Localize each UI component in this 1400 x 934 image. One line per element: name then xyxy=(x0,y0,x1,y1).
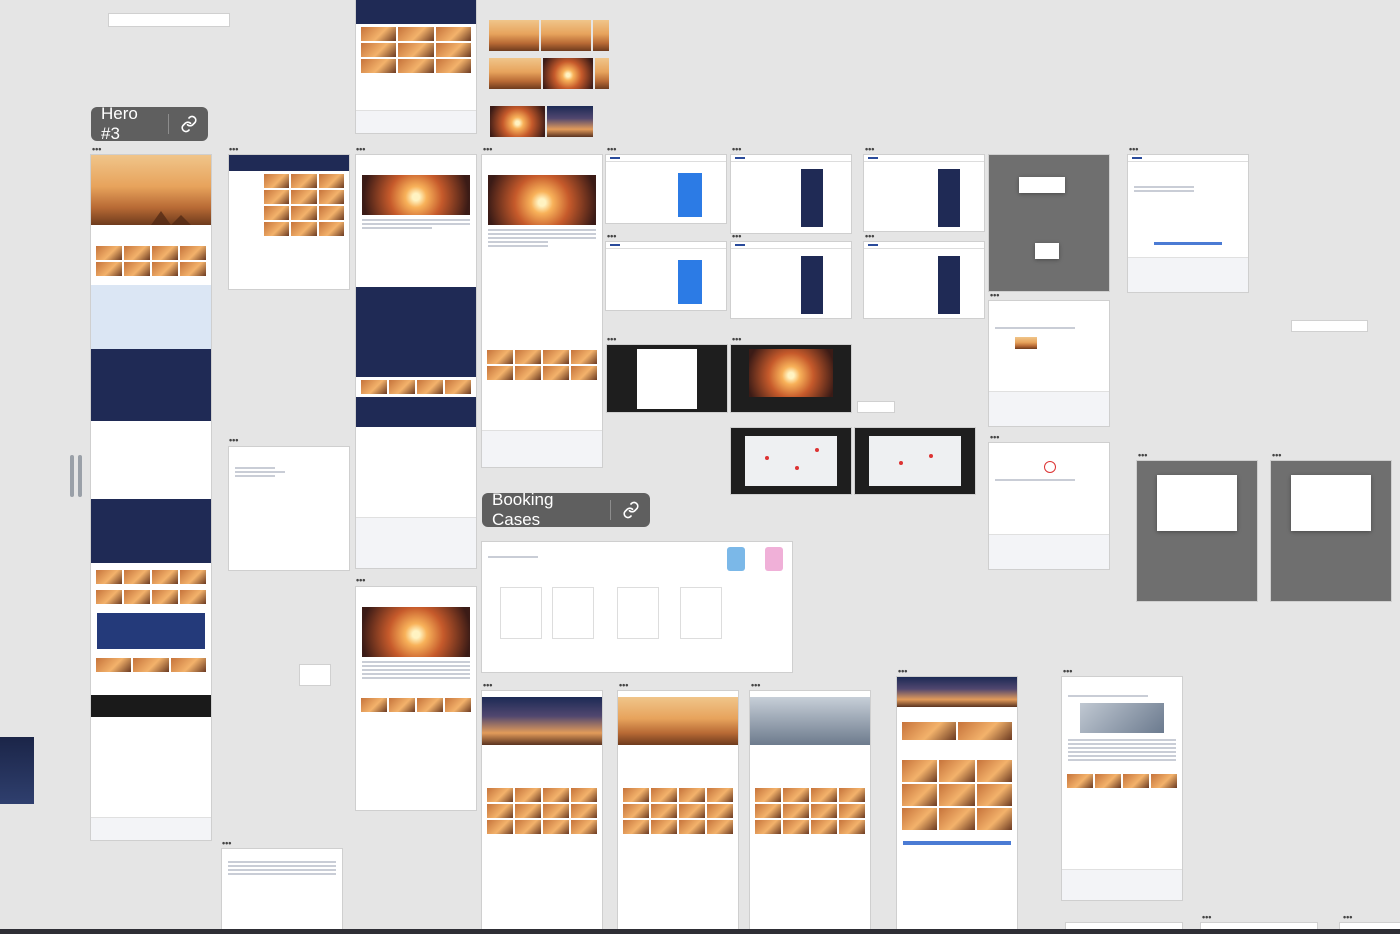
tag-divider xyxy=(610,500,612,520)
more-dots-icon[interactable]: ••• xyxy=(732,232,741,241)
more-dots-icon[interactable]: ••• xyxy=(865,232,874,241)
status-bar xyxy=(0,929,1400,934)
login-frame[interactable] xyxy=(606,155,726,223)
lightbox-image-frame[interactable] xyxy=(731,345,851,412)
more-dots-icon[interactable]: ••• xyxy=(356,145,365,154)
resize-handle-icon[interactable] xyxy=(70,455,84,497)
sitemap-frame[interactable] xyxy=(229,447,349,570)
section-tag-booking-cases[interactable]: Booking Cases xyxy=(482,490,650,529)
map-modal-frame[interactable] xyxy=(731,428,851,494)
more-dots-icon[interactable]: ••• xyxy=(607,335,616,344)
categories-frame[interactable] xyxy=(222,849,342,934)
gallery-photo[interactable] xyxy=(593,20,609,51)
more-dots-icon[interactable]: ••• xyxy=(1063,667,1072,676)
more-dots-icon[interactable]: ••• xyxy=(1343,913,1352,922)
gallery-photo[interactable] xyxy=(489,58,541,89)
section-tag-hero[interactable]: Hero #3 xyxy=(91,104,208,143)
payment-success-frame[interactable] xyxy=(989,301,1109,426)
gallery-photo[interactable] xyxy=(541,20,591,51)
more-dots-icon[interactable]: ••• xyxy=(1202,913,1211,922)
more-dots-icon[interactable]: ••• xyxy=(990,433,999,442)
more-dots-icon[interactable]: ••• xyxy=(1272,451,1281,460)
tag-divider xyxy=(168,114,170,134)
more-dots-icon[interactable]: ••• xyxy=(483,681,492,690)
design-canvas[interactable]: Hero #3 Booking Cases ••• ••• ••• ••• ••… xyxy=(0,0,1400,934)
booking-modal-frame[interactable] xyxy=(1137,461,1257,601)
verify-email-frame[interactable] xyxy=(864,155,984,231)
more-dots-icon[interactable]: ••• xyxy=(607,232,616,241)
more-dots-icon[interactable]: ••• xyxy=(483,145,492,154)
signup-frame[interactable] xyxy=(606,242,726,310)
header-frame-thumbnail[interactable] xyxy=(109,14,229,26)
section-tag-label: Hero #3 xyxy=(101,104,138,143)
more-dots-icon[interactable]: ••• xyxy=(356,576,365,585)
more-dots-icon[interactable]: ••• xyxy=(1129,145,1138,154)
more-dots-icon[interactable]: ••• xyxy=(222,839,231,848)
gallery-photo[interactable] xyxy=(595,58,609,89)
link-icon[interactable] xyxy=(179,114,198,134)
more-dots-icon[interactable]: ••• xyxy=(990,291,999,300)
more-dots-icon[interactable]: ••• xyxy=(898,667,907,676)
things-to-do-frame[interactable] xyxy=(482,691,602,934)
more-dots-icon[interactable]: ••• xyxy=(229,436,238,445)
tours-listing-frame[interactable] xyxy=(750,691,870,934)
reset-password-frame[interactable] xyxy=(731,242,851,318)
gallery-photo[interactable] xyxy=(547,106,593,137)
more-dots-icon[interactable]: ••• xyxy=(732,335,741,344)
small-card-thumbnail[interactable] xyxy=(300,665,330,685)
blog-article-frame[interactable] xyxy=(1062,677,1182,900)
offscreen-frame-edge[interactable] xyxy=(0,737,34,804)
small-card-thumbnail[interactable] xyxy=(858,402,894,412)
small-card-thumbnail[interactable] xyxy=(1292,321,1367,331)
blog-list-frame[interactable] xyxy=(897,677,1017,934)
trip-page-frame[interactable] xyxy=(482,155,602,467)
map-modal-frame[interactable] xyxy=(855,428,975,494)
gallery-photo[interactable] xyxy=(490,106,545,137)
destination-page-frame[interactable] xyxy=(356,155,476,568)
account-frame[interactable] xyxy=(1128,155,1248,292)
forgot-password-frame[interactable] xyxy=(731,155,851,233)
listing-page-frame[interactable] xyxy=(229,155,349,289)
home-page-frame[interactable] xyxy=(91,155,211,840)
booking-cases-frame[interactable] xyxy=(482,542,792,672)
more-dots-icon[interactable]: ••• xyxy=(751,681,760,690)
section-tag-label: Booking Cases xyxy=(492,490,554,529)
more-dots-icon[interactable]: ••• xyxy=(229,145,238,154)
gallery-photo[interactable] xyxy=(543,58,593,89)
trip-detail-frame[interactable] xyxy=(356,587,476,810)
more-dots-icon[interactable]: ••• xyxy=(732,145,741,154)
more-dots-icon[interactable]: ••• xyxy=(865,145,874,154)
payment-failed-frame[interactable] xyxy=(989,443,1109,569)
verify-code-frame[interactable] xyxy=(864,242,984,318)
booking-modal-frame[interactable] xyxy=(1271,461,1391,601)
more-dots-icon[interactable]: ••• xyxy=(607,145,616,154)
checkout-modal-frame[interactable] xyxy=(989,155,1109,291)
more-dots-icon[interactable]: ••• xyxy=(1138,451,1147,460)
lightbox-text-frame[interactable] xyxy=(607,345,727,412)
link-icon[interactable] xyxy=(621,500,640,520)
gallery-photo[interactable] xyxy=(489,20,539,51)
cruises-listing-frame[interactable] xyxy=(618,691,738,934)
more-dots-icon[interactable]: ••• xyxy=(619,681,628,690)
more-dots-icon[interactable]: ••• xyxy=(92,145,101,154)
search-results-frame[interactable] xyxy=(356,0,476,133)
